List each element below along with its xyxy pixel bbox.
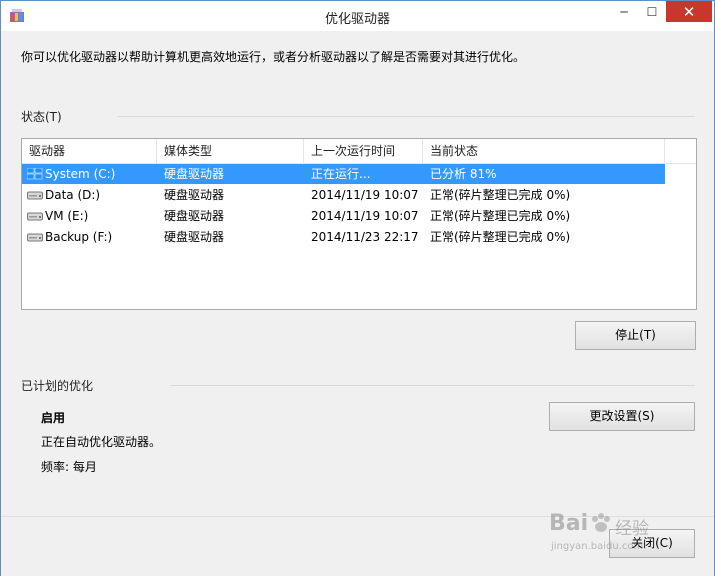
drive-last-run: 2014/11/19 10:07 (311, 188, 419, 202)
drive-name: Data (D:) (45, 188, 101, 202)
column-header-drive[interactable]: 驱动器 (22, 139, 157, 163)
drive-media-type: 硬盘驱动器 (164, 188, 225, 202)
drive-status: 正常(碎片整理已完成 0%) (430, 209, 571, 223)
drive-last-run: 2014/11/23 22:17 (311, 230, 419, 244)
hard-drive-icon (27, 212, 43, 221)
drive-media-type: 硬盘驱动器 (164, 230, 225, 244)
drive-status: 已分析 81% (430, 167, 497, 181)
column-header-last-run[interactable]: 上一次运行时间 (304, 139, 423, 163)
scheduled-section-label: 已计划的优化 (21, 379, 94, 393)
status-section-label: 状态(T) (21, 110, 62, 124)
stop-button[interactable]: 停止(T) (575, 321, 696, 350)
drive-list-header: 驱动器 媒体类型 上一次运行时间 当前状态 (22, 139, 696, 164)
schedule-frequency: 频率: 每月 (41, 460, 97, 474)
scheduled-section-divider (170, 385, 695, 386)
column-header-media-type[interactable]: 媒体类型 (157, 139, 304, 163)
drive-status: 正常(碎片整理已完成 0%) (430, 188, 571, 202)
drive-row-system[interactable]: System (C:) 硬盘驱动器 正在运行... 已分析 81% (22, 164, 665, 184)
optimize-drives-window: 优化驱动器 ─ ☐ ✕ 你可以优化驱动器以帮助计算机更高效地运行，或者分析驱动器… (0, 0, 715, 576)
drive-list[interactable]: 驱动器 媒体类型 上一次运行时间 当前状态 System (C:) 硬盘驱动器 … (21, 138, 697, 310)
drive-last-run: 2014/11/19 10:07 (311, 209, 419, 223)
drive-row-vm[interactable]: VM (E:) 硬盘驱动器 2014/11/19 10:07 正常(碎片整理已完… (22, 206, 665, 226)
close-button[interactable]: 关闭(C) (609, 529, 695, 558)
column-header-current-status[interactable]: 当前状态 (423, 139, 665, 163)
drive-name: Backup (F:) (45, 230, 113, 244)
windows-drive-icon (27, 168, 43, 180)
minimize-button[interactable]: ─ (610, 1, 638, 22)
drive-last-run: 正在运行... (311, 167, 371, 181)
drive-row-data[interactable]: Data (D:) 硬盘驱动器 2014/11/19 10:07 正常(碎片整理… (22, 185, 665, 205)
maximize-button[interactable]: ☐ (638, 1, 666, 22)
drive-media-type: 硬盘驱动器 (164, 167, 225, 181)
dialog-footer (1, 516, 714, 576)
window-title: 优化驱动器 (324, 12, 390, 27)
title-bar[interactable]: 优化驱动器 ─ ☐ ✕ (1, 1, 714, 31)
drive-status: 正常(碎片整理已完成 0%) (430, 230, 571, 244)
drive-name: System (C:) (45, 167, 116, 181)
drive-name: VM (E:) (45, 209, 89, 223)
status-section-divider (117, 116, 695, 117)
hard-drive-icon (27, 191, 43, 200)
schedule-description: 正在自动优化驱动器。 (41, 435, 162, 449)
drive-row-backup[interactable]: Backup (F:) 硬盘驱动器 2014/11/23 22:17 正常(碎片… (22, 227, 665, 247)
intro-text: 你可以优化驱动器以帮助计算机更高效地运行，或者分析驱动器以了解是否需要对其进行优… (21, 50, 526, 64)
drive-media-type: 硬盘驱动器 (164, 209, 225, 223)
change-settings-button[interactable]: 更改设置(S) (549, 402, 695, 431)
hard-drive-icon (27, 233, 43, 242)
close-window-button[interactable]: ✕ (666, 1, 712, 22)
schedule-state: 启用 (41, 411, 66, 425)
